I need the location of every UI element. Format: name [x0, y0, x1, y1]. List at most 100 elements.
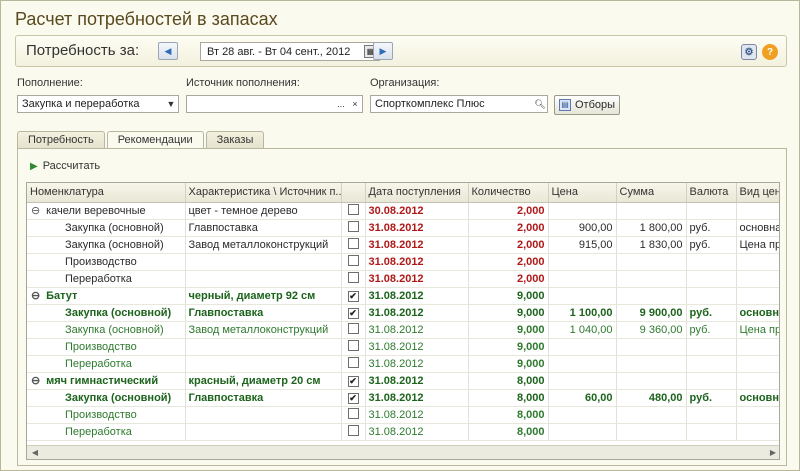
cell-price[interactable]: 1 100,00 — [548, 304, 617, 322]
cell-nomenclature[interactable]: Переработка — [27, 423, 186, 441]
checkbox-unchecked[interactable] — [347, 254, 359, 266]
period-prev-button[interactable]: ◀ — [158, 42, 178, 60]
cell-quantity[interactable]: 8,000 — [468, 389, 549, 407]
checkbox-checked[interactable]: ✔ — [347, 307, 359, 319]
cell-characteristic[interactable] — [185, 423, 342, 441]
cell-checkbox[interactable] — [341, 321, 366, 339]
search-icon[interactable]: 🔍︎ — [533, 96, 547, 112]
table-row[interactable]: Производство 31.08.2012 8,000 — [27, 406, 779, 424]
cell-checkbox[interactable] — [341, 406, 366, 424]
cell-characteristic[interactable]: Главпоставка — [185, 304, 342, 322]
table-row[interactable]: ⊖ Батут черный, диаметр 92 см ✔ 31.08.2012 9… — [27, 287, 779, 305]
cell-price-type[interactable] — [736, 372, 779, 390]
cell-currency[interactable] — [686, 338, 737, 356]
checkbox-checked[interactable]: ✔ — [347, 375, 359, 387]
column-header[interactable] — [341, 183, 366, 203]
cell-checkbox[interactable] — [341, 219, 366, 237]
table-row[interactable]: Закупка (основной) Главпоставка ✔ 31.08.201… — [27, 389, 779, 407]
cell-quantity[interactable]: 2,000 — [468, 253, 549, 271]
cell-quantity[interactable]: 9,000 — [468, 287, 549, 305]
cell-characteristic[interactable] — [185, 355, 342, 373]
checkbox-unchecked[interactable] — [347, 203, 359, 215]
column-header[interactable]: Валюта — [686, 183, 737, 203]
cell-nomenclature[interactable]: Переработка — [27, 270, 186, 288]
cell-date[interactable]: 31.08.2012 — [365, 304, 469, 322]
checkbox-unchecked[interactable] — [347, 271, 359, 283]
cell-price-type[interactable] — [736, 270, 779, 288]
cell-characteristic[interactable]: Завод металлоконструкций — [185, 321, 342, 339]
selections-button[interactable]: ▤ Отборы — [554, 95, 620, 115]
cell-price[interactable]: 1 040,00 — [548, 321, 617, 339]
cell-price-type[interactable] — [736, 355, 779, 373]
cell-characteristic[interactable] — [185, 253, 342, 271]
scroll-left-icon[interactable]: ◀ — [29, 447, 41, 459]
replenishment-select[interactable]: Закупка и переработка ▼ — [17, 95, 179, 113]
cell-price[interactable] — [548, 338, 617, 356]
cell-date[interactable]: 31.08.2012 — [365, 219, 469, 237]
cell-checkbox[interactable]: ✔ — [341, 389, 366, 407]
calculate-button[interactable]: ▶ Рассчитать — [30, 160, 100, 172]
cell-currency[interactable]: руб. — [686, 321, 737, 339]
collapse-icon[interactable]: ⊖ — [31, 204, 43, 217]
cell-price-type[interactable] — [736, 287, 779, 305]
checkbox-unchecked[interactable] — [347, 237, 359, 249]
cell-price-type[interactable] — [736, 406, 779, 424]
recommendations-table[interactable]: Номенклатура Характеристика \ Источник п… — [26, 182, 780, 460]
cell-currency[interactable] — [686, 355, 737, 373]
cell-nomenclature[interactable]: Переработка — [27, 355, 186, 373]
cell-nomenclature[interactable]: ⊖ Батут — [27, 287, 186, 305]
cell-price-type[interactable]: Цена пра — [736, 236, 779, 254]
cell-nomenclature[interactable]: Производство — [27, 253, 186, 271]
cell-characteristic[interactable]: Главпоставка — [185, 389, 342, 407]
cell-date[interactable]: 31.08.2012 — [365, 321, 469, 339]
cell-currency[interactable] — [686, 372, 737, 390]
cell-sum[interactable] — [616, 423, 687, 441]
cell-date[interactable]: 31.08.2012 — [365, 338, 469, 356]
cell-sum[interactable]: 480,00 — [616, 389, 687, 407]
cell-date[interactable]: 31.08.2012 — [365, 355, 469, 373]
cell-nomenclature[interactable]: Производство — [27, 406, 186, 424]
cell-characteristic[interactable]: Завод металлоконструкций — [185, 236, 342, 254]
cell-quantity[interactable]: 8,000 — [468, 372, 549, 390]
tab-orders[interactable]: Заказы — [205, 131, 265, 149]
cell-sum[interactable] — [616, 253, 687, 271]
cell-sum[interactable]: 9 360,00 — [616, 321, 687, 339]
cell-nomenclature[interactable]: Закупка (основной) — [27, 219, 186, 237]
cell-checkbox[interactable] — [341, 253, 366, 271]
cell-nomenclature[interactable]: Закупка (основной) — [27, 321, 186, 339]
table-row[interactable]: ⊖ качели веревочные цвет - темное дерево 3… — [27, 202, 779, 220]
cell-price[interactable] — [548, 202, 617, 220]
cell-sum[interactable]: 1 800,00 — [616, 219, 687, 237]
cell-quantity[interactable]: 2,000 — [468, 270, 549, 288]
cell-price-type[interactable] — [736, 202, 779, 220]
checkbox-checked[interactable]: ✔ — [347, 290, 359, 302]
cell-price[interactable] — [548, 355, 617, 373]
cell-checkbox[interactable]: ✔ — [341, 304, 366, 322]
cell-checkbox[interactable]: ✔ — [341, 287, 366, 305]
help-icon[interactable]: ? — [762, 44, 778, 60]
checkbox-unchecked[interactable] — [347, 407, 359, 419]
cell-sum[interactable] — [616, 338, 687, 356]
cell-price[interactable] — [548, 253, 617, 271]
cell-currency[interactable] — [686, 406, 737, 424]
cell-nomenclature[interactable]: ⊖ мяч гимнастический — [27, 372, 186, 390]
checkbox-unchecked[interactable] — [347, 356, 359, 368]
column-header[interactable]: Характеристика \ Источник п... — [185, 183, 342, 203]
checkbox-unchecked[interactable] — [347, 424, 359, 436]
table-row[interactable]: Производство 31.08.2012 2,000 — [27, 253, 779, 271]
cell-price[interactable] — [548, 287, 617, 305]
cell-checkbox[interactable] — [341, 423, 366, 441]
cell-price-type[interactable]: Цена пра — [736, 321, 779, 339]
cell-quantity[interactable]: 9,000 — [468, 355, 549, 373]
cell-quantity[interactable]: 9,000 — [468, 321, 549, 339]
cell-sum[interactable] — [616, 372, 687, 390]
cell-currency[interactable]: руб. — [686, 304, 737, 322]
cell-sum[interactable] — [616, 355, 687, 373]
cell-quantity[interactable]: 8,000 — [468, 423, 549, 441]
cell-date[interactable]: 30.08.2012 — [365, 202, 469, 220]
cell-sum[interactable]: 9 900,00 — [616, 304, 687, 322]
table-row[interactable]: Переработка 31.08.2012 8,000 — [27, 423, 779, 441]
cell-checkbox[interactable]: ✔ — [341, 372, 366, 390]
cell-sum[interactable]: 1 830,00 — [616, 236, 687, 254]
cell-price-type[interactable]: основна — [736, 219, 779, 237]
